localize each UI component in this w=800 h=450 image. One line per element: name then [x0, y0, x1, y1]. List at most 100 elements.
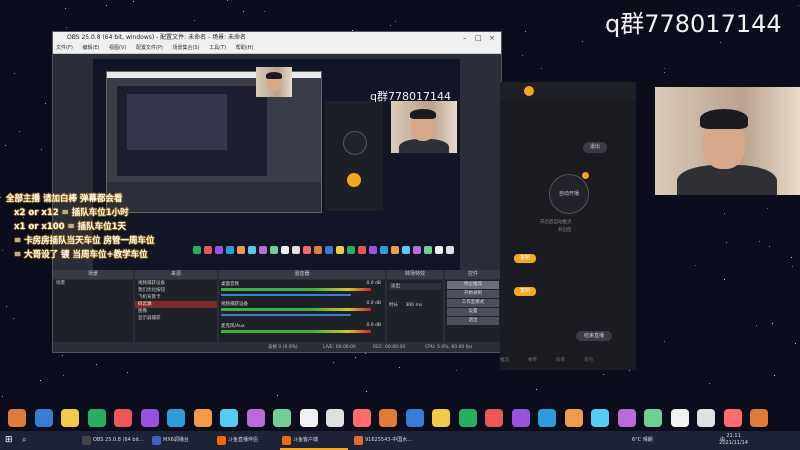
mini-app-icon: [347, 246, 355, 254]
nested-app-panel: [325, 101, 383, 211]
volume-slider[interactable]: [221, 314, 351, 316]
obs-preview[interactable]: q群778017144: [93, 59, 460, 294]
star: [695, 265, 696, 266]
transition-select[interactable]: 淡出: [389, 283, 441, 290]
source-item[interactable]: 图像: [135, 308, 217, 315]
live-time: LIVE: 00:00:00: [323, 345, 356, 350]
windows-start-icon[interactable]: ⊞: [5, 435, 15, 445]
app-shortcut-icon[interactable]: [167, 409, 185, 427]
star: [0, 197, 1, 198]
obs-menubar: 文件(F) 编辑(E) 视图(V) 配置文件(P) 场景集合(S) 工具(T) …: [53, 44, 501, 54]
mini-app-icon: [237, 246, 245, 254]
preview-webcam: [256, 67, 292, 97]
app-shortcut-icon[interactable]: [697, 409, 715, 427]
source-item[interactable]: 飞机背景卡: [135, 294, 217, 301]
app-shortcut-icon[interactable]: [34, 409, 53, 427]
app-shortcut-icon[interactable]: [87, 409, 106, 427]
menu-view[interactable]: 视图(V): [109, 45, 126, 51]
rec-time: REC: 00:00:00: [373, 345, 406, 350]
app-shortcut-icon[interactable]: [140, 409, 159, 427]
source-item[interactable]: 视频捕获设备: [135, 280, 217, 287]
studio-mode-button[interactable]: 工作室模式: [447, 299, 499, 307]
star: [664, 72, 665, 73]
star: [582, 41, 583, 42]
app-shortcut-icon[interactable]: [379, 409, 397, 427]
source-item[interactable]: 显示器捕获: [135, 315, 217, 322]
settings-button[interactable]: 设置: [447, 308, 499, 316]
mini-app-icon: [336, 246, 344, 254]
app-shortcut-icon[interactable]: [352, 409, 371, 427]
menu-tools[interactable]: 工具(T): [209, 45, 226, 51]
app-shortcut-icon[interactable]: [458, 409, 477, 427]
close-icon[interactable]: ×: [489, 32, 495, 44]
app-shortcut-icon[interactable]: [564, 409, 583, 427]
app-shortcut-icon[interactable]: [670, 409, 689, 427]
app-shortcut-icon[interactable]: [617, 409, 636, 427]
app-shortcut-icon[interactable]: [326, 409, 344, 427]
app-shortcut-icon[interactable]: [61, 409, 79, 427]
app-shortcut-icon[interactable]: [511, 409, 530, 427]
app-shortcut-icon[interactable]: [485, 409, 503, 427]
search-icon[interactable]: ⌕: [22, 435, 26, 445]
maximize-icon[interactable]: □: [475, 32, 482, 44]
menu-edit[interactable]: 编辑(E): [82, 45, 99, 51]
danmu-line: = 卡房房插队当天车位 房管一周车位: [14, 236, 155, 246]
app-shortcut-icon[interactable]: [538, 409, 556, 427]
start-recording-button[interactable]: 开始录制: [447, 290, 499, 298]
app-exit-button[interactable]: 退出: [583, 142, 607, 153]
taskbar-item-browser[interactable]: 91625543-中国水...: [352, 433, 427, 448]
auto-start-circle[interactable]: 自动开播: [549, 174, 589, 214]
menu-profile[interactable]: 配置文件(P): [136, 45, 163, 51]
star: [774, 375, 775, 376]
stat-label: 帧率: [528, 358, 537, 363]
mini-app-icon: [380, 246, 388, 254]
menu-help[interactable]: 帮助(H): [236, 45, 254, 51]
star: [13, 318, 14, 319]
volume-meter: [221, 330, 371, 333]
app-shortcut-icon[interactable]: [114, 409, 132, 427]
duration-label: 时长: [389, 303, 398, 308]
volume-slider[interactable]: [221, 294, 351, 296]
source-item-selected[interactable]: 码云源: [135, 301, 217, 308]
app-shortcut-icon[interactable]: [723, 409, 742, 427]
weather-widget[interactable]: 6°C 晴朗: [632, 436, 653, 443]
app-shortcut-icon[interactable]: [432, 409, 450, 427]
menu-scene-collection[interactable]: 场景集合(S): [172, 45, 199, 51]
taskbar-item-mixer[interactable]: MX6调播台: [150, 433, 218, 448]
star: [45, 103, 46, 104]
app-shortcut-icon[interactable]: [246, 409, 265, 427]
taskbar-item-obs[interactable]: OBS 25.0.8 (64 bit...: [80, 433, 153, 448]
menu-file[interactable]: 文件(F): [56, 45, 73, 51]
exit-button[interactable]: 退出: [447, 317, 499, 325]
obs-window-title: OBS 25.0.8 (64 bit, windows) - 配置文件: 未命名…: [67, 34, 247, 41]
scene-item[interactable]: 场景: [53, 280, 133, 287]
taskbar-item-douyu-companion[interactable]: 斗鱼直播伴侣: [215, 433, 283, 448]
stat-label: 码率: [556, 358, 565, 363]
cpu-fps: CPU: 5.0%, 60.00 fps: [425, 345, 473, 350]
taskbar-item-douyu-client[interactable]: 斗鱼客户端: [280, 433, 348, 450]
stop-streaming-button[interactable]: 停止推流: [447, 281, 499, 289]
system-clock[interactable]: 21:11 2021/11/14: [719, 433, 748, 447]
star: [664, 68, 665, 69]
app-shortcut-icon[interactable]: [405, 409, 424, 427]
sources-header: 来源: [135, 270, 217, 279]
app-shortcut-icon[interactable]: [299, 409, 318, 427]
end-live-button[interactable]: 结束直播: [576, 331, 612, 341]
app-shortcut-icon[interactable]: [193, 409, 212, 427]
copy-button[interactable]: 复制: [514, 287, 536, 296]
app-shortcut-icon[interactable]: [273, 409, 291, 427]
mixer-header: 混音器: [219, 270, 385, 279]
app-shortcut-icon[interactable]: [220, 409, 238, 427]
minimize-icon[interactable]: –: [463, 32, 467, 44]
app-shortcut-icon[interactable]: [644, 409, 662, 427]
auto-start-caption: 开启后自动推流: [540, 220, 572, 225]
app-shortcut-icon[interactable]: [8, 409, 26, 427]
copy-button[interactable]: 复制: [514, 254, 536, 263]
duration-input[interactable]: 300 ms: [405, 303, 422, 308]
source-item[interactable]: 我们优化按钮: [135, 287, 217, 294]
star: [798, 5, 799, 6]
star: [106, 5, 107, 6]
star: [724, 213, 725, 214]
app-shortcut-icon[interactable]: [591, 409, 609, 427]
app-shortcut-icon[interactable]: [750, 409, 768, 427]
